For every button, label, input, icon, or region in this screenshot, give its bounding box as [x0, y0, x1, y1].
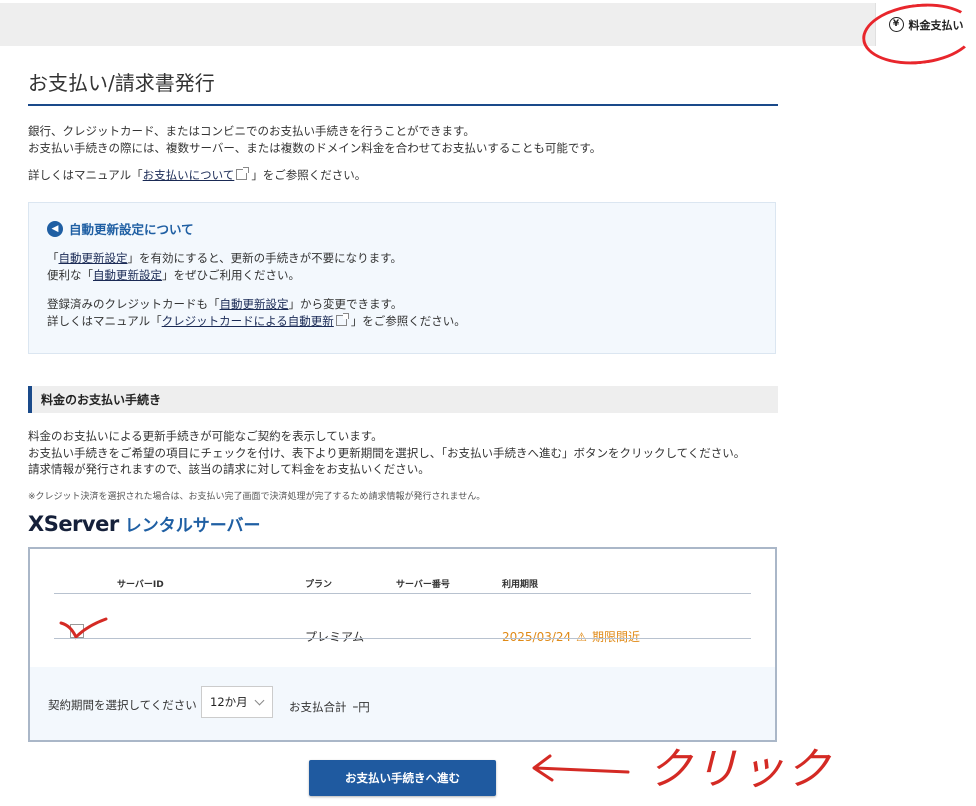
manual-payment-link[interactable]: お支払いについて: [143, 168, 235, 182]
intro-line: 銀行、クレジットカード、またはコンビニでのお支払い手続きを行うことができます。: [28, 124, 475, 138]
yen-circle-icon: ¥: [888, 17, 904, 32]
external-link-icon: [335, 313, 349, 326]
info-line: 登録済みのクレジットカードも「自動更新設定」から変更できます。: [47, 297, 403, 311]
manual-suffix: 」をご参照ください。: [251, 168, 367, 182]
info-box-header: ◀ 自動更新設定について: [47, 219, 757, 238]
megaphone-icon: ◀: [47, 220, 63, 237]
total-value: ｰ円: [352, 700, 370, 714]
selected-period: 12か月: [210, 695, 248, 709]
period-date: 2025/03/24: [502, 629, 572, 644]
section-desc-line: お支払い手続きをご希望の項目にチェックを付け、表下より更新期間を選択し、「お支払…: [28, 445, 746, 460]
col-header-server-no: サーバー番号: [396, 580, 450, 590]
info-line: 便利な「自動更新設定」をぜひご利用ください。: [47, 268, 300, 282]
auto-renew-link[interactable]: 自動更新設定: [59, 251, 128, 265]
section-description: 料金のお支払いによる更新手続きが可能なご契約を表示しています。 お支払い手続きを…: [28, 428, 788, 478]
proceed-payment-button[interactable]: お支払い手続きへ進む: [309, 760, 496, 796]
server-select-checkbox[interactable]: [70, 624, 84, 638]
auto-renew-link[interactable]: 自動更新設定: [220, 297, 289, 311]
period-cell: 2025/03/24 ⚠ 期限間近: [502, 628, 640, 645]
intro-text: 銀行、クレジットカード、またはコンビニでのお支払い手続きを行うことができます。 …: [28, 123, 788, 156]
page-title: お支払い/請求書発行: [28, 70, 778, 106]
warning-icon: ⚠: [576, 629, 587, 644]
table-divider: [54, 638, 751, 639]
manual-prefix: 詳しくはマニュアル「: [28, 168, 143, 182]
logo-text: XServer: [28, 512, 119, 536]
col-header-plan: プラン: [305, 580, 333, 590]
manual-reference: 詳しくはマニュアル「お支払いについて 」をご参照ください。: [28, 167, 366, 183]
click-annotation-text: クリック: [648, 744, 832, 795]
credit-auto-renew-link[interactable]: クレジットカードによる自動更新: [162, 314, 334, 328]
total-label: お支払合計: [289, 700, 347, 714]
info-line: 「自動更新設定」を有効にすると、更新の手続きが不要になります。: [47, 251, 403, 265]
col-header-server-id: サーバーID: [117, 580, 164, 590]
external-link-icon: [236, 167, 250, 180]
chevron-down-icon: [254, 695, 265, 706]
period-select-label: 契約期間を選択してください: [48, 698, 197, 712]
period-status: 期限間近: [591, 630, 640, 644]
period-select-area: 契約期間を選択してください 12か月 お支払合計 ｰ円: [30, 667, 775, 740]
section-desc-line: 請求情報が発行されますので、該当の請求に対して料金をお支払いください。: [28, 462, 430, 476]
info-line: 詳しくはマニュアル「クレジットカードによる自動更新 」をご参照ください。: [47, 313, 466, 328]
payment-menu-button[interactable]: ¥ 料金支払い: [875, 3, 976, 46]
contract-period-select[interactable]: 12か月: [201, 686, 273, 718]
top-bar: ¥ 料金支払い: [0, 3, 976, 46]
table-divider: [54, 593, 751, 594]
logo-subtext: レンタルサーバー: [124, 516, 261, 536]
auto-renew-link[interactable]: 自動更新設定: [93, 268, 162, 282]
section-heading: 料金のお支払い手続き: [28, 386, 778, 413]
red-arrow-annotation: [532, 754, 630, 782]
server-list-panel: サーバーID プラン サーバー番号 利用期限 プレミアム 2025/03/24 …: [28, 547, 777, 742]
info-box-title: 自動更新設定について: [69, 222, 194, 237]
auto-renew-info-box: ◀ 自動更新設定について 「自動更新設定」を有効にすると、更新の手続きが不要にな…: [28, 202, 776, 354]
payment-total: お支払合計 ｰ円: [289, 699, 370, 715]
intro-line: お支払い手続きの際には、複数サーバー、または複数のドメイン料金を合わせてお支払い…: [28, 140, 602, 155]
xserver-logo: XServer レンタルサーバー: [28, 511, 261, 536]
plan-cell: プレミアム: [305, 630, 365, 644]
payment-menu-label: 料金支払い: [908, 18, 964, 32]
credit-note: ※クレジット決済を選択された場合は、お支払い完了画面で決済処理が完了するため請求…: [28, 492, 486, 502]
col-header-period: 利用期限: [502, 580, 539, 590]
section-desc-line: 料金のお支払いによる更新手続きが可能なご契約を表示しています。: [28, 429, 383, 443]
